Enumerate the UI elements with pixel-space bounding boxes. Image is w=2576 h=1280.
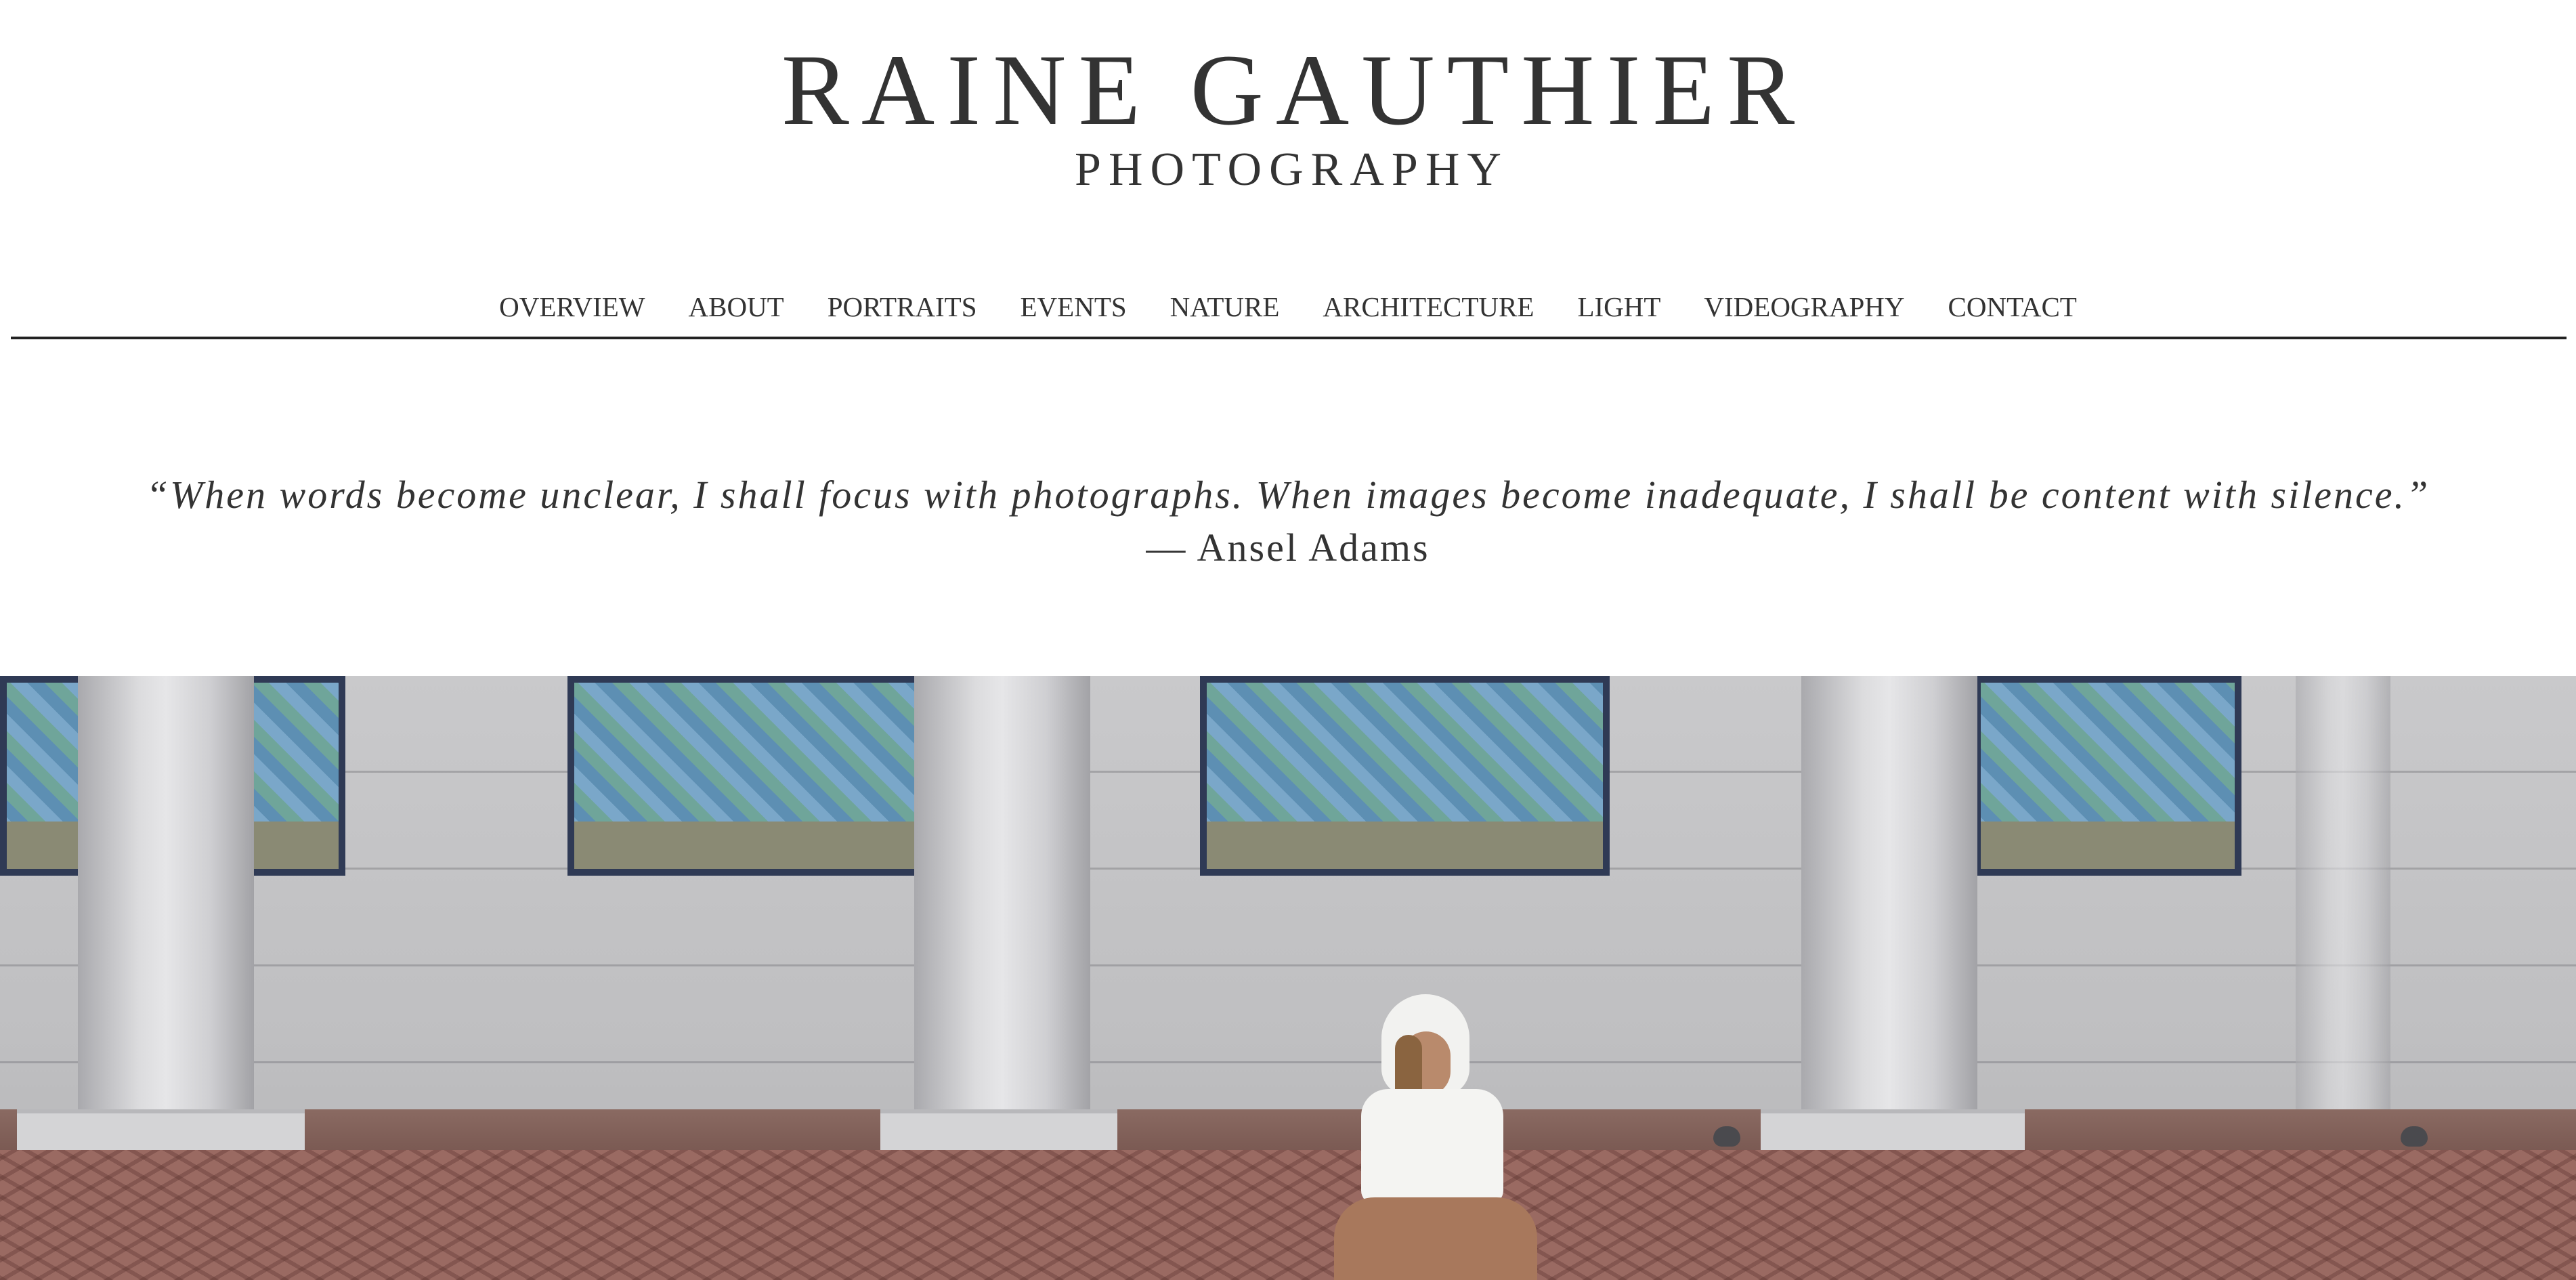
pigeon [2401, 1126, 2428, 1147]
column [2296, 676, 2390, 1109]
column-base [880, 1109, 1117, 1154]
column-base [17, 1109, 305, 1154]
quote-author: — Ansel Adams [1146, 526, 1430, 570]
site-title: RAINE GAUTHIER [781, 34, 1807, 146]
nav-item-contact[interactable]: CONTACT [1927, 288, 2099, 326]
pigeon [1713, 1126, 1740, 1147]
site-subtitle: PHOTOGRAPHY [1075, 144, 1509, 196]
nav-item-portraits[interactable]: PORTRAITS [806, 288, 999, 326]
ledge [0, 1109, 2576, 1150]
quote-block: “When words become unclear, I shall focu… [0, 467, 2576, 573]
nav-item-videography[interactable]: VIDEOGRAPHY [1682, 288, 1926, 326]
tile-panel [567, 676, 926, 876]
site-logo[interactable]: RAINE GAUTHIER PHOTOGRAPHY [0, 39, 2576, 199]
column-base [1761, 1109, 2025, 1154]
hero-photo [0, 676, 2576, 1280]
brick-ground [0, 1150, 2576, 1280]
seated-person [1307, 994, 1564, 1280]
nav-divider [11, 337, 2567, 339]
nav-item-nature[interactable]: NATURE [1149, 288, 1302, 326]
nav-item-events[interactable]: EVENTS [999, 288, 1149, 326]
quote-text: “When words become unclear, I shall focu… [146, 473, 2430, 517]
main-nav: OVERVIEW ABOUT PORTRAITS EVENTS NATURE A… [0, 288, 2576, 326]
tile-panel [1200, 676, 1610, 876]
page: RAINE GAUTHIER PHOTOGRAPHY OVERVIEW ABOU… [0, 0, 2576, 1280]
column [78, 676, 254, 1109]
column [1801, 676, 1977, 1109]
tile-panel [1974, 676, 2241, 876]
nav-item-architecture[interactable]: ARCHITECTURE [1301, 288, 1555, 326]
column [914, 676, 1090, 1109]
nav-item-about[interactable]: ABOUT [667, 288, 806, 326]
nav-item-light[interactable]: LIGHT [1555, 288, 1682, 326]
nav-item-overview[interactable]: OVERVIEW [477, 288, 666, 326]
